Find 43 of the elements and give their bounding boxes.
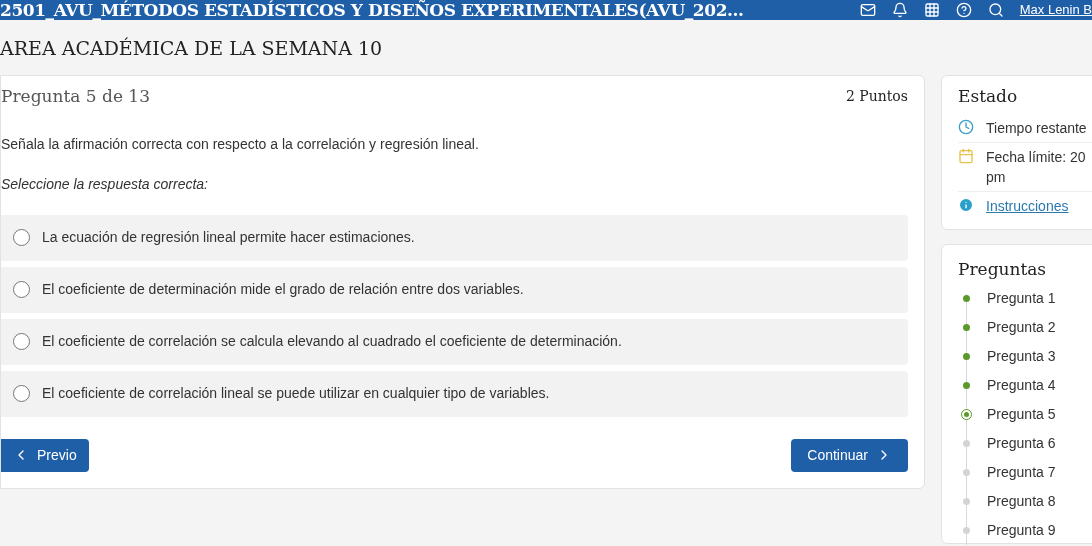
radio-button[interactable] [13,281,30,298]
question-link[interactable]: Pregunta 5 [987,404,1056,425]
question-prompt: Señala la afirmación correcta con respecto a la correlación y regresión lineal. [1,134,480,154]
status-text: Fecha límite: 20 pm [986,147,1087,187]
status-text: Tiempo restante [986,118,1088,138]
instructions-link[interactable]: Instrucciones [986,195,1069,217]
radio-button[interactable] [13,385,30,402]
clock-icon [958,118,974,135]
continue-button[interactable]: Continuar [791,438,908,472]
question-link[interactable]: Pregunta 3 [987,346,1056,367]
mail-icon[interactable] [859,2,876,18]
question-link[interactable]: Pregunta 1 [987,288,1056,309]
help-icon[interactable] [955,2,972,18]
previous-button[interactable]: Previo [1,438,89,472]
answer-option[interactable]: El coeficiente de determinación mide el grado de relación entre dos variables. [1,266,908,313]
question-link[interactable]: Pregunta 4 [987,375,1056,396]
question-link[interactable]: Pregunta 7 [987,462,1056,483]
question-link[interactable]: Pregunta 9 [987,520,1056,541]
question-link[interactable]: Pregunta 6 [987,433,1056,454]
search-icon[interactable] [987,2,1004,18]
instruction: Seleccione la respuesta correcta: [1,174,209,194]
option-text: El coeficiente de correlación se calcula elevando al cuadrado el coeficiente de determinación. [42,332,622,351]
calendar-icon [958,147,974,164]
answer-option[interactable]: La ecuación de regresión lineal permite hacer estimaciones. [1,214,908,261]
question-counter: Pregunta 5 de 13 [1,85,150,108]
questions-title: Preguntas [958,257,1048,281]
question-link[interactable]: Pregunta 2 [987,317,1056,338]
question-link[interactable]: Pregunta 8 [987,491,1056,512]
page-title: AREA ACADÉMICA DE LA SEMANA 10 [0,36,384,61]
user-link[interactable]: Max Lenin B [1019,0,1092,20]
info-icon [958,196,974,213]
bell-icon[interactable] [891,2,908,18]
radio-button[interactable] [13,333,30,350]
option-text: El coeficiente de determinación mide el grado de relación entre dos variables. [42,280,524,299]
status-title: Estado [958,85,1019,108]
points: 2 Puntos [845,87,908,107]
option-text: La ecuación de regresión lineal permite hacer estimaciones. [42,228,415,247]
grid-icon[interactable] [923,2,940,18]
radio-button[interactable] [13,229,30,246]
course-title: 2501_AVU_MÉTODOS ESTADÍSTICOS Y DISEÑOS EXPERIMENTALES(AVU_202... [0,0,744,20]
answer-option[interactable]: El coeficiente de correlación lineal se puede utilizar en cualquier tipo de variables. [1,370,908,417]
option-text: El coeficiente de correlación lineal se puede utilizar en cualquier tipo de variables. [42,384,550,403]
answer-option[interactable]: El coeficiente de correlación se calcula elevando al cuadrado el coeficiente de determinación. [1,318,908,365]
